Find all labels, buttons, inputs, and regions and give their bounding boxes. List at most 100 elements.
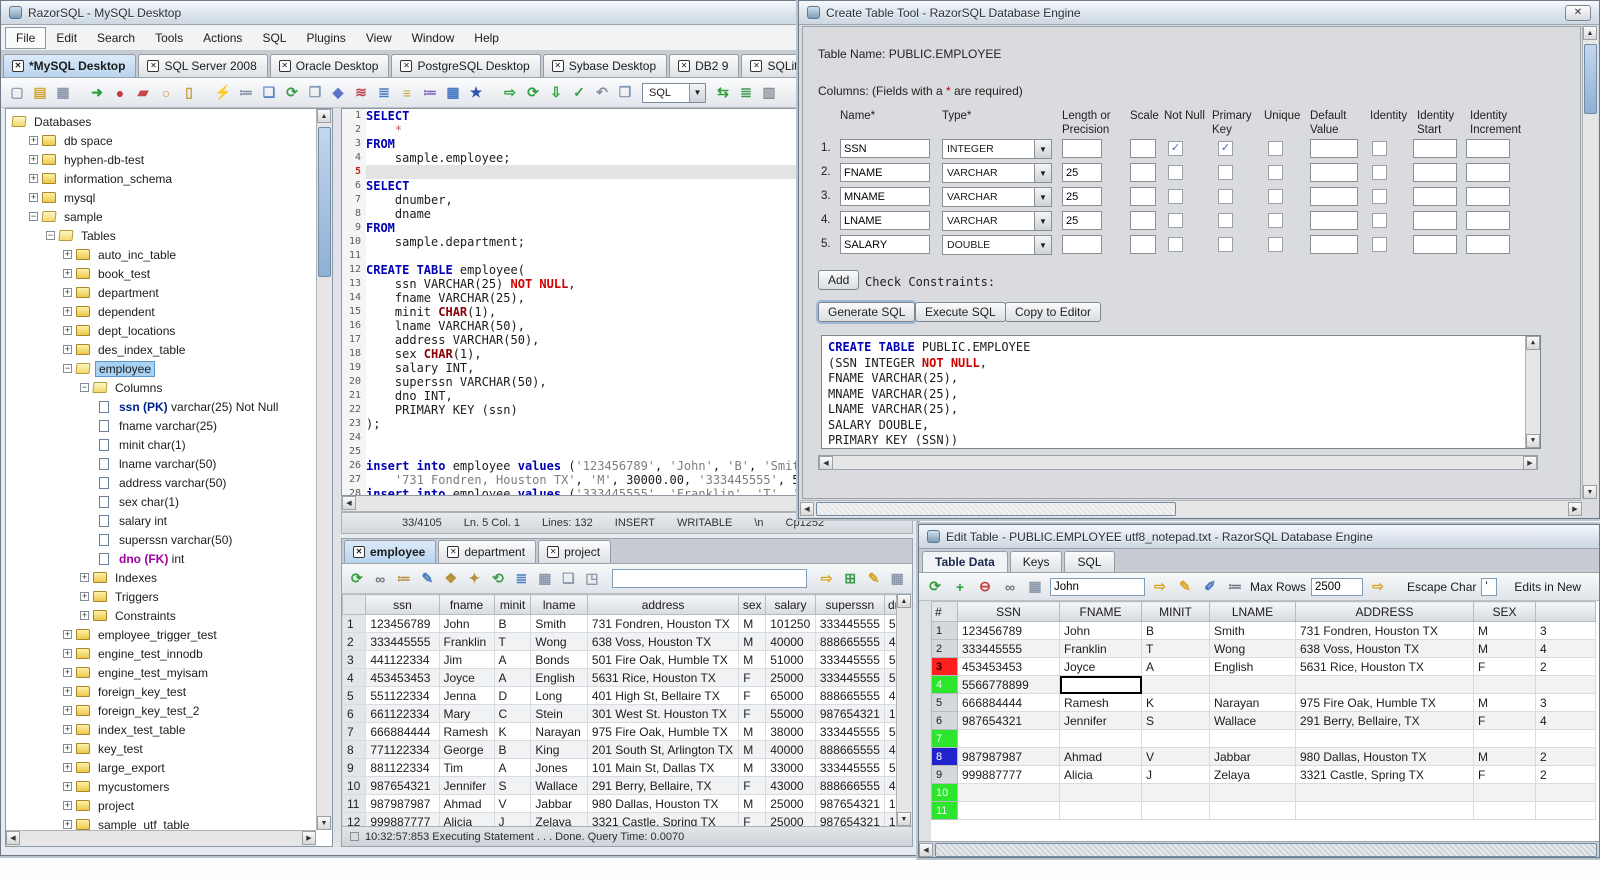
cell[interactable]: M xyxy=(738,632,767,651)
copy-results-icon[interactable]: ❏ xyxy=(559,569,579,589)
identity-increment-input[interactable] xyxy=(1466,235,1510,254)
describe-icon[interactable]: ≣ xyxy=(512,569,532,589)
open-folder-icon[interactable]: ▤ xyxy=(30,83,50,103)
cell[interactable]: M xyxy=(738,722,767,741)
close-tab-icon[interactable]: ✕ xyxy=(400,60,413,72)
favorites-icon[interactable]: ★ xyxy=(466,83,486,103)
cell[interactable]: J xyxy=(493,812,532,826)
scroll-left-icon[interactable]: ◀ xyxy=(800,502,814,516)
tree-scroll-thumb[interactable] xyxy=(318,127,331,277)
cell[interactable]: 2 xyxy=(1535,657,1596,676)
chevron-down-icon[interactable]: ▼ xyxy=(1034,188,1051,206)
cell[interactable]: A xyxy=(493,758,532,777)
add-column-button[interactable]: Add xyxy=(818,270,860,290)
expand-icon[interactable]: + xyxy=(63,250,72,259)
expand-icon[interactable]: + xyxy=(29,174,38,183)
generate-sql-button[interactable]: Generate SQL xyxy=(815,300,918,324)
tree-item-databases[interactable]: Databases xyxy=(10,112,316,131)
column-type-select[interactable]: VARCHAR ▼ xyxy=(942,187,1052,207)
chevron-down-icon[interactable]: ▼ xyxy=(1034,140,1051,158)
cell[interactable]: 43000 xyxy=(765,776,816,795)
cell[interactable]: 333445555 xyxy=(814,650,885,669)
identity-increment-input[interactable] xyxy=(1466,211,1510,230)
scroll-thumb[interactable] xyxy=(1584,44,1597,114)
cell[interactable]: 33000 xyxy=(765,758,816,777)
cell[interactable]: 987987987 xyxy=(365,794,440,813)
cell[interactable]: Mary xyxy=(438,704,495,723)
close-tab-icon[interactable]: ✕ xyxy=(750,60,763,72)
cell[interactable]: 975 Fire Oak, Humble TX xyxy=(586,722,740,741)
refresh-document-icon[interactable]: ⟳ xyxy=(282,83,302,103)
cell[interactable]: M xyxy=(738,794,767,813)
tree-item-employee_trigger_test[interactable]: + employee_trigger_test xyxy=(10,625,316,644)
default-value-input[interactable] xyxy=(1310,211,1358,230)
tree-item-dept_locations[interactable]: + dept_locations xyxy=(10,321,316,340)
expand-icon[interactable]: + xyxy=(29,136,38,145)
table-row[interactable]: 9 881122334 Tim A Jones 101 Main St, Dallas T… xyxy=(342,758,912,777)
row-number[interactable]: 2 xyxy=(931,639,958,658)
scroll-left-icon[interactable]: ◀ xyxy=(342,496,356,510)
cell[interactable]: 40000 xyxy=(765,740,816,759)
identity-checkbox[interactable] xyxy=(1372,189,1387,204)
fetch-icon[interactable]: ⇩ xyxy=(546,83,566,103)
search-document-icon[interactable]: ❏ xyxy=(259,83,279,103)
expand-icon[interactable]: + xyxy=(63,630,72,639)
menu-tools[interactable]: Tools xyxy=(145,28,193,48)
cell[interactable] xyxy=(1535,801,1596,820)
tree-item-engine_test_myisam[interactable]: + engine_test_myisam xyxy=(10,663,316,682)
escape-char-input[interactable] xyxy=(1481,577,1498,596)
row-number[interactable]: 5 xyxy=(342,686,367,705)
row-number[interactable]: 4 xyxy=(931,675,958,694)
cell[interactable]: 666884444 xyxy=(365,722,440,741)
cell[interactable]: Jenna xyxy=(438,686,495,705)
scale-input[interactable] xyxy=(1130,187,1156,206)
cell[interactable]: M xyxy=(738,740,767,759)
scale-input[interactable] xyxy=(1130,235,1156,254)
cell[interactable]: 980 Dallas, Houston TX xyxy=(1295,747,1474,766)
cell[interactable]: 5631 Rice, Houston TX xyxy=(586,668,740,687)
expand-icon[interactable]: + xyxy=(63,801,72,810)
cell[interactable]: 401 High St, Bellaire TX xyxy=(586,686,740,705)
menu-actions[interactable]: Actions xyxy=(193,28,252,48)
default-value-input[interactable] xyxy=(1310,235,1358,254)
grid-view-icon[interactable]: ▦ xyxy=(535,569,555,589)
go-icon[interactable]: ⇨ xyxy=(500,83,520,103)
log-icon[interactable]: ≣ xyxy=(736,83,756,103)
cell[interactable]: K xyxy=(1141,693,1210,712)
table-row[interactable]: 3 453453453 Joyce A English 5631 Rice, Housto… xyxy=(931,657,1596,676)
column-name-input[interactable] xyxy=(840,163,930,182)
column-type-select[interactable]: INTEGER ▼ xyxy=(942,139,1052,159)
cell[interactable]: John xyxy=(1059,621,1142,640)
result-tab-department[interactable]: ✕ department xyxy=(438,540,537,563)
column-header-salary[interactable]: salary xyxy=(765,594,816,615)
identity-checkbox[interactable] xyxy=(1372,165,1387,180)
cell[interactable]: 123456789 xyxy=(365,614,440,633)
tree-item-information_schema[interactable]: + information_schema xyxy=(10,169,316,188)
cell[interactable]: D xyxy=(493,686,532,705)
cell[interactable]: Jennifer xyxy=(1059,711,1142,730)
undo-icon[interactable]: ↶ xyxy=(592,83,612,103)
cell[interactable]: V xyxy=(493,794,532,813)
cell[interactable] xyxy=(957,783,1060,802)
close-tab-icon[interactable]: ✕ xyxy=(278,60,291,72)
cell[interactable]: 731 Fondren, Houston TX xyxy=(586,614,740,633)
format-sql-icon[interactable]: ◆ xyxy=(328,83,348,103)
cell[interactable]: 55000 xyxy=(765,704,816,723)
tree-item-tables[interactable]: − Tables xyxy=(10,226,316,245)
cell[interactable]: 987987987 xyxy=(957,747,1060,766)
cell[interactable]: 333445555 xyxy=(365,632,440,651)
cell[interactable]: A xyxy=(493,650,532,669)
scroll-down-icon[interactable]: ▼ xyxy=(1526,434,1540,448)
expand-icon[interactable]: + xyxy=(29,155,38,164)
scroll-up-icon[interactable]: ▲ xyxy=(1526,336,1540,350)
row-number[interactable]: 8 xyxy=(342,740,367,759)
expand-icon[interactable]: + xyxy=(63,326,72,335)
cell[interactable]: 551122334 xyxy=(365,686,440,705)
cell[interactable]: 5631 Rice, Houston TX xyxy=(1295,657,1474,676)
edit-horizontal-scrollbar[interactable]: ◀ xyxy=(919,841,1599,857)
cell[interactable]: A xyxy=(493,668,532,687)
tree-item-columns[interactable]: − Columns xyxy=(10,378,316,397)
cell[interactable] xyxy=(1209,729,1296,748)
cell[interactable]: 301 West St. Houston TX xyxy=(586,704,740,723)
identity-start-input[interactable] xyxy=(1413,139,1457,158)
